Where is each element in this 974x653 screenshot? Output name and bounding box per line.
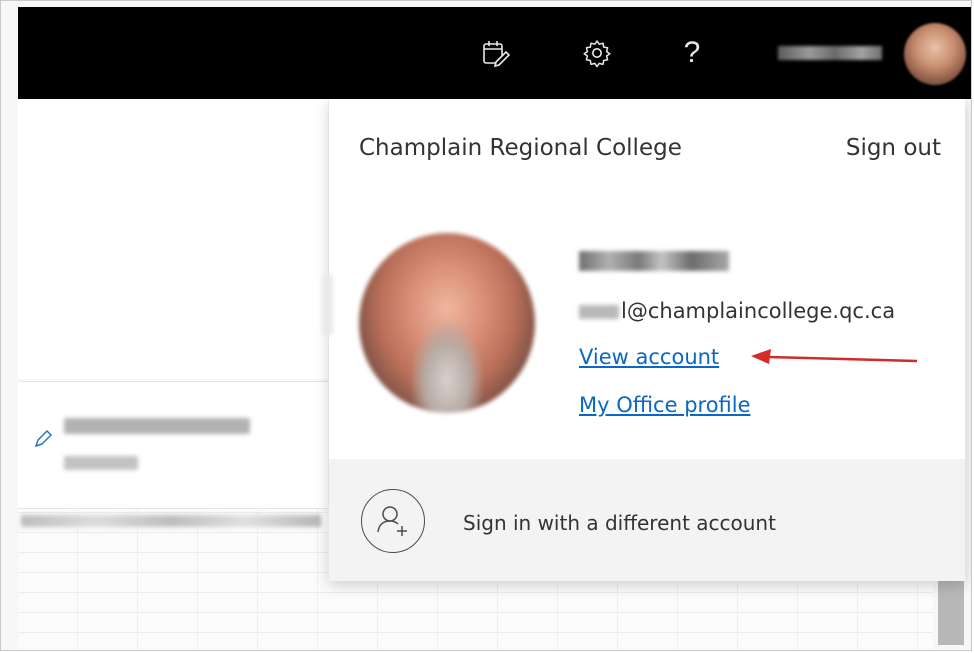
top-navigation-bar: ? xyxy=(18,7,971,99)
calendar-check-icon[interactable] xyxy=(477,35,513,71)
panel-shadow xyxy=(323,275,333,335)
blurred-text xyxy=(64,418,250,434)
add-user-icon xyxy=(361,489,425,553)
blurred-text xyxy=(21,515,321,527)
scrollbar-thumb[interactable] xyxy=(938,581,964,645)
background-activity-card xyxy=(18,381,328,509)
user-email: l@champlaincollege.qc.ca xyxy=(579,299,895,323)
blurred-text xyxy=(64,456,138,470)
profile-avatar xyxy=(359,233,535,413)
app-window: ? Champlain Regional College Sign out l@… xyxy=(0,0,972,651)
email-blurred-part xyxy=(579,305,619,319)
organization-name: Champlain Regional College xyxy=(359,135,682,161)
username-label xyxy=(778,46,882,60)
my-office-profile-link[interactable]: My Office profile xyxy=(579,393,751,417)
gear-icon[interactable] xyxy=(579,35,615,71)
red-arrow-annotation xyxy=(751,349,918,364)
user-display-name xyxy=(579,251,729,271)
view-account-link[interactable]: View account xyxy=(579,345,719,369)
pencil-icon xyxy=(34,430,52,448)
help-icon[interactable]: ? xyxy=(674,35,710,71)
account-manager-panel: Champlain Regional College Sign out l@ch… xyxy=(323,99,965,581)
sign-in-different-account-button[interactable]: Sign in with a different account xyxy=(329,459,965,581)
help-glyph: ? xyxy=(683,36,701,69)
sign-out-link[interactable]: Sign out xyxy=(846,135,941,161)
background-pane xyxy=(18,99,328,379)
email-text: l@champlaincollege.qc.ca xyxy=(621,299,896,323)
switch-account-label: Sign in with a different account xyxy=(463,511,776,535)
avatar[interactable] xyxy=(904,23,966,85)
